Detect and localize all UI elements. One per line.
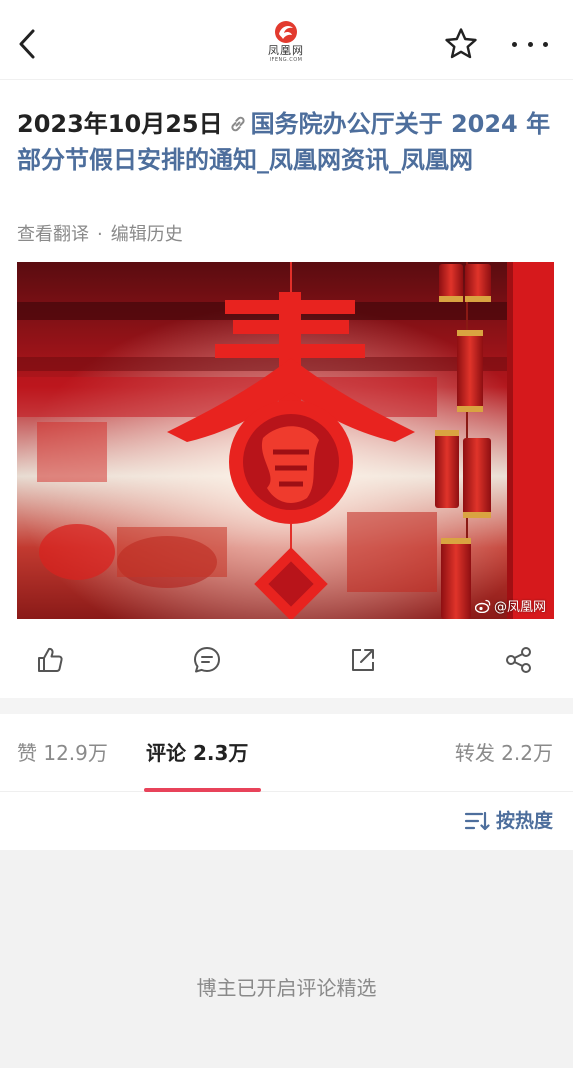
more-options-button[interactable] [510,34,550,54]
comments-area: 博主已开启评论精选 [0,850,573,1068]
logo-text-cn: 凤凰网 [268,44,304,57]
tab-comments[interactable]: 评论 2.3万 [146,738,248,768]
curated-comments-notice: 博主已开启评论精选 [196,976,377,1000]
like-button[interactable] [28,638,72,682]
comment-button[interactable] [185,638,229,682]
logo-text-en: IFENG.COM [269,57,303,63]
sort-row: 按热度 [0,792,573,850]
top-navigation-bar: 凤凰网 IFENG.COM [0,0,573,80]
share-nodes-icon [506,647,531,673]
favorite-button[interactable] [443,26,479,62]
chevron-left-icon [19,29,35,59]
comment-bubble-icon [194,647,220,673]
image-watermark: @凤凰网 [474,596,546,615]
interaction-tabs: 赞 12.9万 评论 2.3万 转发 2.2万 [0,714,573,792]
ifeng-logo: 凤凰网 IFENG.COM [256,20,316,66]
back-button[interactable] [12,26,42,62]
post-date: 2023年10月25日 [17,110,223,138]
star-icon [445,28,477,59]
view-translation-link[interactable]: 查看翻译 [17,224,89,245]
weibo-icon [474,599,491,613]
sort-label: 按热度 [495,810,553,832]
action-bar [0,638,573,682]
more-dot-icon [512,41,517,47]
sort-by-hot-button[interactable]: 按热度 [464,808,553,834]
post-title: 2023年10月25日 国务院办公厅关于 2024 年部分节假日安排的通知_凤凰… [17,106,557,178]
edit-history-link[interactable]: 编辑历史 [111,224,183,245]
spring-festival-decoration-image [17,262,554,619]
section-divider [0,698,573,714]
meta-separator: · [97,224,103,245]
post-meta: 查看翻译 · 编辑历史 [17,222,183,248]
link-icon [231,116,245,132]
external-share-icon [352,649,374,671]
share-external-button[interactable] [341,638,385,682]
post-image[interactable]: @凤凰网 [17,262,554,619]
more-dot-icon [543,41,548,47]
watermark-text: @凤凰网 [493,600,546,615]
tab-reposts[interactable]: 转发 2.2万 [455,738,553,768]
more-dot-icon [527,41,533,47]
sort-icon [464,811,490,831]
phoenix-logo-icon [275,21,297,43]
share-button[interactable] [497,638,541,682]
tab-likes[interactable]: 赞 12.9万 [17,738,108,768]
thumbs-up-icon [38,647,63,672]
